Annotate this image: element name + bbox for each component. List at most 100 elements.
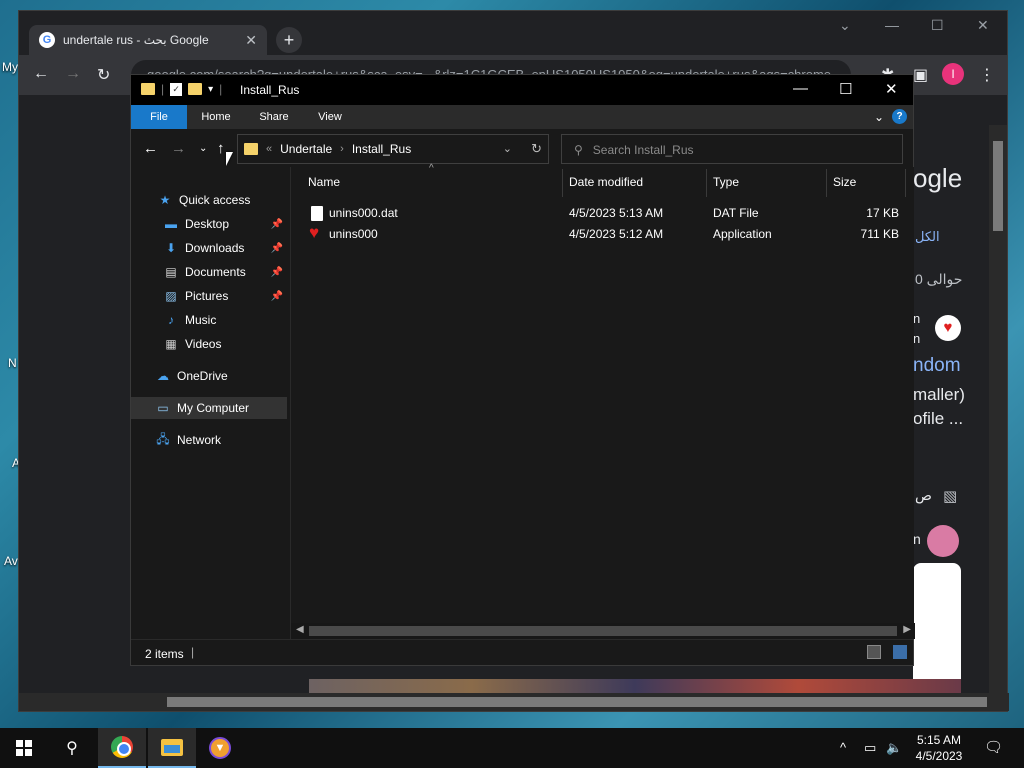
expand-ribbon-icon[interactable]: ⌄ bbox=[874, 110, 884, 124]
breadcrumb-overflow[interactable]: « bbox=[266, 143, 272, 155]
sidebar-item-onedrive[interactable]: ☁ OneDrive bbox=[131, 365, 287, 387]
search-button[interactable]: ⚲ bbox=[48, 728, 96, 768]
back-icon[interactable]: ← bbox=[33, 65, 49, 83]
taskbar: ⚲ ▼ ^ ▭ 🔈 5:15 AM 4/5/2023 🗨 bbox=[0, 728, 1024, 768]
google-logo-fragment: ogle bbox=[913, 163, 963, 193]
page-vertical-scrollbar[interactable] bbox=[989, 125, 1007, 697]
column-header-size[interactable]: Size bbox=[833, 175, 856, 189]
column-header-date-modified[interactable]: Date modified bbox=[569, 175, 643, 189]
sidebar-item-my-computer[interactable]: ▭ My Computer bbox=[131, 397, 287, 419]
result-text-fragment: n bbox=[913, 531, 921, 547]
pin-icon[interactable]: 📌 bbox=[271, 243, 283, 254]
column-header-type[interactable]: Type bbox=[713, 175, 739, 189]
show-hidden-icons-icon[interactable]: ^ bbox=[840, 740, 846, 755]
music-note-icon: ♪ bbox=[168, 313, 174, 327]
up-icon[interactable]: ↑ bbox=[217, 140, 225, 157]
maximize-icon[interactable]: ☐ bbox=[839, 80, 852, 98]
sidebar-item-documents[interactable]: ▤ Documents 📌 bbox=[131, 261, 287, 283]
tab-view[interactable]: View bbox=[305, 105, 355, 129]
brave-icon: ▼ bbox=[209, 737, 231, 759]
notifications-icon[interactable]: 🗨 bbox=[984, 738, 1003, 756]
pin-icon[interactable]: 📌 bbox=[271, 267, 283, 278]
search-icon: ⚲ bbox=[66, 740, 78, 757]
minimize-icon[interactable]: — bbox=[885, 17, 899, 33]
close-tab-icon[interactable]: ✕ bbox=[245, 32, 257, 49]
file-date: 4/5/2023 5:13 AM bbox=[569, 206, 664, 220]
file-size: 17 KB bbox=[866, 206, 899, 220]
start-button[interactable] bbox=[0, 728, 48, 768]
close-window-icon[interactable]: ✕ bbox=[977, 17, 989, 34]
desktop-label-fragment: N bbox=[8, 356, 17, 370]
tab-search-icon[interactable]: ⌄ bbox=[839, 17, 851, 34]
scroll-right-icon[interactable]: ▶ bbox=[903, 624, 911, 635]
side-panel-icon[interactable]: ▣ bbox=[913, 65, 928, 85]
refresh-icon[interactable]: ↻ bbox=[531, 141, 542, 157]
reload-icon[interactable]: ↻ bbox=[97, 65, 110, 85]
pin-icon[interactable]: 📌 bbox=[271, 291, 283, 302]
recent-locations-icon[interactable]: ⌄ bbox=[199, 143, 207, 154]
customize-toolbar-icon[interactable]: ▾ bbox=[208, 84, 213, 95]
sidebar-item-label: Music bbox=[185, 313, 217, 327]
chrome-tab[interactable]: G undertale rus - بحث Google ✕ bbox=[29, 25, 267, 55]
chevron-right-icon[interactable]: › bbox=[340, 143, 344, 155]
tab-file[interactable]: File bbox=[131, 105, 187, 129]
sidebar-item-videos[interactable]: ▦ Videos bbox=[131, 333, 287, 355]
taskbar-file-explorer[interactable] bbox=[148, 728, 196, 768]
search-input[interactable]: ⚲ Search Install_Rus bbox=[561, 134, 903, 164]
sidebar-item-label: Videos bbox=[185, 337, 222, 351]
address-bar[interactable]: « Undertale › Install_Rus ⌄ ↻ bbox=[237, 134, 549, 164]
image-icon[interactable]: ▧ bbox=[943, 487, 957, 505]
breadcrumb-undertale[interactable]: Undertale bbox=[280, 142, 332, 156]
result-link-fragment[interactable]: ndom bbox=[913, 355, 961, 377]
tab-share[interactable]: Share bbox=[249, 105, 299, 129]
scroll-left-icon[interactable]: ◀ bbox=[296, 624, 304, 635]
large-icons-view-icon[interactable] bbox=[893, 645, 907, 659]
result-text-fragment: n bbox=[913, 331, 921, 346]
forward-icon[interactable]: → bbox=[65, 65, 81, 83]
properties-icon[interactable]: ✓ bbox=[170, 82, 183, 96]
close-window-icon[interactable]: ✕ bbox=[885, 80, 898, 98]
taskbar-chrome[interactable] bbox=[98, 728, 146, 768]
chevron-down-icon[interactable]: ⌄ bbox=[503, 142, 512, 155]
page-horizontal-scrollbar[interactable] bbox=[19, 693, 1009, 711]
heart-result-icon: ♥ bbox=[935, 315, 961, 341]
network-tray-icon[interactable]: ▭ bbox=[864, 740, 876, 756]
ribbon-tabs: File Home Share View ⌄ ? bbox=[131, 105, 913, 129]
taskbar-brave[interactable]: ▼ bbox=[196, 728, 244, 768]
picture-icon: ▨ bbox=[165, 289, 177, 303]
quick-access-toolbar: | ✓ ▾ | bbox=[141, 82, 222, 96]
all-tab-fragment[interactable]: الكل bbox=[915, 229, 940, 245]
sidebar-item-quick-access[interactable]: ★ Quick access bbox=[131, 189, 287, 211]
image-result-card[interactable] bbox=[913, 563, 961, 695]
profile-avatar[interactable]: I bbox=[942, 63, 964, 85]
help-icon[interactable]: ? bbox=[892, 109, 907, 124]
file-type: DAT File bbox=[713, 206, 759, 220]
forward-icon[interactable]: → bbox=[171, 140, 186, 157]
sidebar-item-pictures[interactable]: ▨ Pictures 📌 bbox=[131, 285, 287, 307]
tab-home[interactable]: Home bbox=[191, 105, 241, 129]
file-list-horizontal-scrollbar[interactable]: ◀ ▶ bbox=[291, 623, 915, 639]
breadcrumb-install-rus[interactable]: Install_Rus bbox=[352, 142, 411, 156]
sidebar-item-downloads[interactable]: ⬇ Downloads 📌 bbox=[131, 237, 287, 259]
back-icon[interactable]: ← bbox=[143, 140, 158, 157]
minimize-icon[interactable]: — bbox=[793, 80, 808, 97]
maximize-icon[interactable]: ☐ bbox=[931, 17, 944, 34]
volume-icon[interactable]: 🔈 bbox=[886, 740, 902, 756]
menu-icon[interactable]: ⋮ bbox=[979, 65, 995, 85]
sidebar-item-label: Quick access bbox=[179, 193, 251, 207]
pin-icon[interactable]: 📌 bbox=[271, 219, 283, 230]
new-folder-icon[interactable] bbox=[188, 83, 203, 95]
column-header-name[interactable]: Name bbox=[308, 175, 340, 189]
details-view-icon[interactable] bbox=[867, 645, 881, 659]
new-tab-button[interactable]: + bbox=[276, 27, 302, 53]
video-icon: ▦ bbox=[165, 337, 177, 351]
sidebar-item-music[interactable]: ♪ Music bbox=[131, 309, 287, 331]
sidebar-item-desktop[interactable]: ▬ Desktop 📌 bbox=[131, 213, 287, 235]
file-row[interactable]: unins000.dat 4/5/2023 5:13 AM DAT File 1… bbox=[291, 203, 911, 223]
result-text-fragment: ص bbox=[915, 487, 932, 503]
sidebar-item-network[interactable]: 🖧 Network bbox=[131, 429, 287, 451]
system-clock[interactable]: 5:15 AM 4/5/2023 bbox=[912, 732, 966, 764]
google-favicon-icon: G bbox=[39, 32, 55, 48]
file-row[interactable]: ♥ unins000 4/5/2023 5:12 AM Application … bbox=[291, 224, 911, 244]
result-text-fragment: n bbox=[913, 311, 921, 326]
